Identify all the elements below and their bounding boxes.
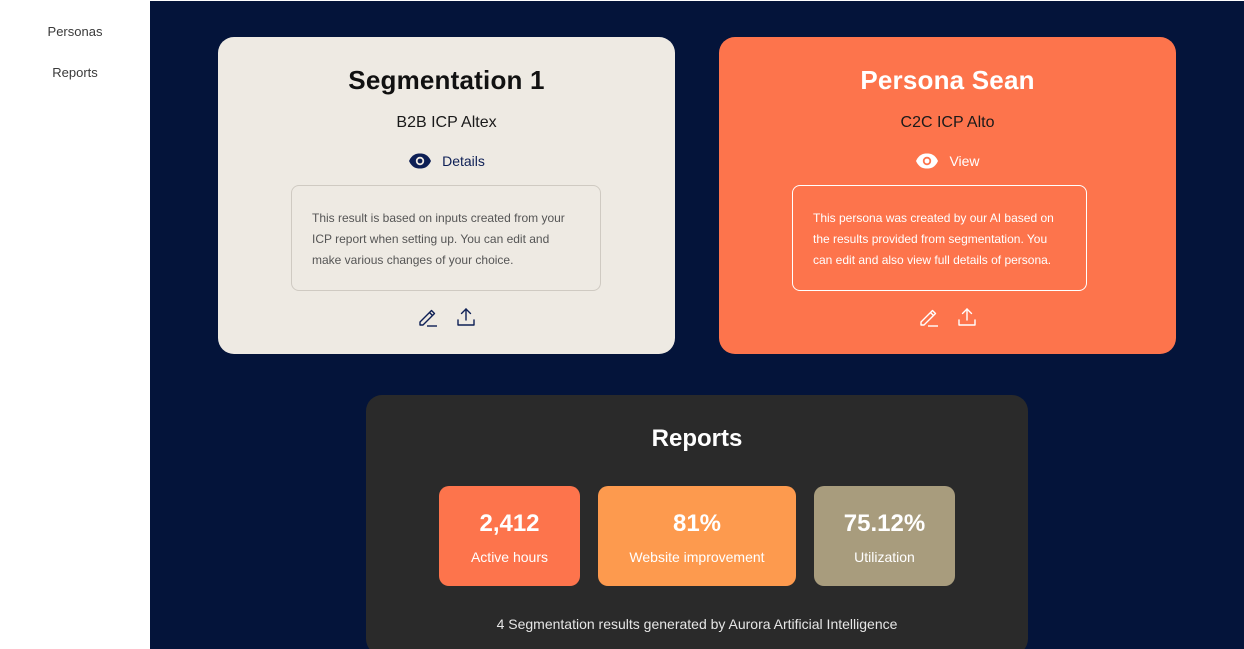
card-title: Segmentation 1 bbox=[348, 65, 545, 95]
reports-panel: Reports 2,412 Active hours 81% Website i… bbox=[366, 395, 1028, 649]
stat-label: Active hours bbox=[470, 549, 549, 565]
details-label: Details bbox=[442, 153, 485, 169]
stat-active-hours: 2,412 Active hours bbox=[439, 486, 580, 586]
segmentation-card: Segmentation 1 B2B ICP Altex Details Thi… bbox=[218, 37, 675, 354]
stat-utilization: 75.12% Utilization bbox=[814, 486, 955, 586]
app: Personas Reports Segmentation 1 B2B ICP … bbox=[0, 0, 1244, 649]
persona-card: Persona Sean C2C ICP Alto View This pers… bbox=[719, 37, 1176, 354]
reports-title: Reports bbox=[651, 425, 743, 452]
card-title: Persona Sean bbox=[860, 65, 1035, 95]
sidebar-item-personas[interactable]: Personas bbox=[0, 24, 150, 39]
card-actions bbox=[719, 306, 1176, 328]
pencil-icon[interactable] bbox=[918, 306, 940, 328]
card-actions bbox=[218, 306, 675, 328]
stat-value: 81% bbox=[672, 510, 722, 537]
eye-icon bbox=[408, 149, 432, 173]
stat-value: 2,412 bbox=[479, 510, 540, 537]
card-description: This result is based on inputs created f… bbox=[291, 185, 601, 291]
reports-footer: 4 Segmentation results generated by Auro… bbox=[496, 616, 898, 632]
details-link[interactable]: Details bbox=[218, 149, 675, 173]
view-label: View bbox=[949, 153, 980, 169]
stat-website-improvement: 81% Website improvement bbox=[598, 486, 796, 586]
main-content: Segmentation 1 B2B ICP Altex Details Thi… bbox=[150, 1, 1244, 649]
upload-icon[interactable] bbox=[455, 306, 477, 328]
sidebar: Personas Reports bbox=[0, 0, 150, 649]
upload-icon[interactable] bbox=[956, 306, 978, 328]
card-subtitle: B2B ICP Altex bbox=[396, 114, 497, 131]
card-subtitle: C2C ICP Alto bbox=[900, 114, 995, 131]
card-description: This persona was created by our AI based… bbox=[792, 185, 1087, 291]
stat-label: Website improvement bbox=[629, 549, 765, 565]
stat-label: Utilization bbox=[854, 549, 915, 565]
pencil-icon[interactable] bbox=[417, 306, 439, 328]
sidebar-item-reports[interactable]: Reports bbox=[0, 65, 150, 80]
eye-icon bbox=[915, 149, 939, 173]
view-link[interactable]: View bbox=[719, 149, 1176, 173]
stat-value: 75.12% bbox=[843, 510, 926, 537]
